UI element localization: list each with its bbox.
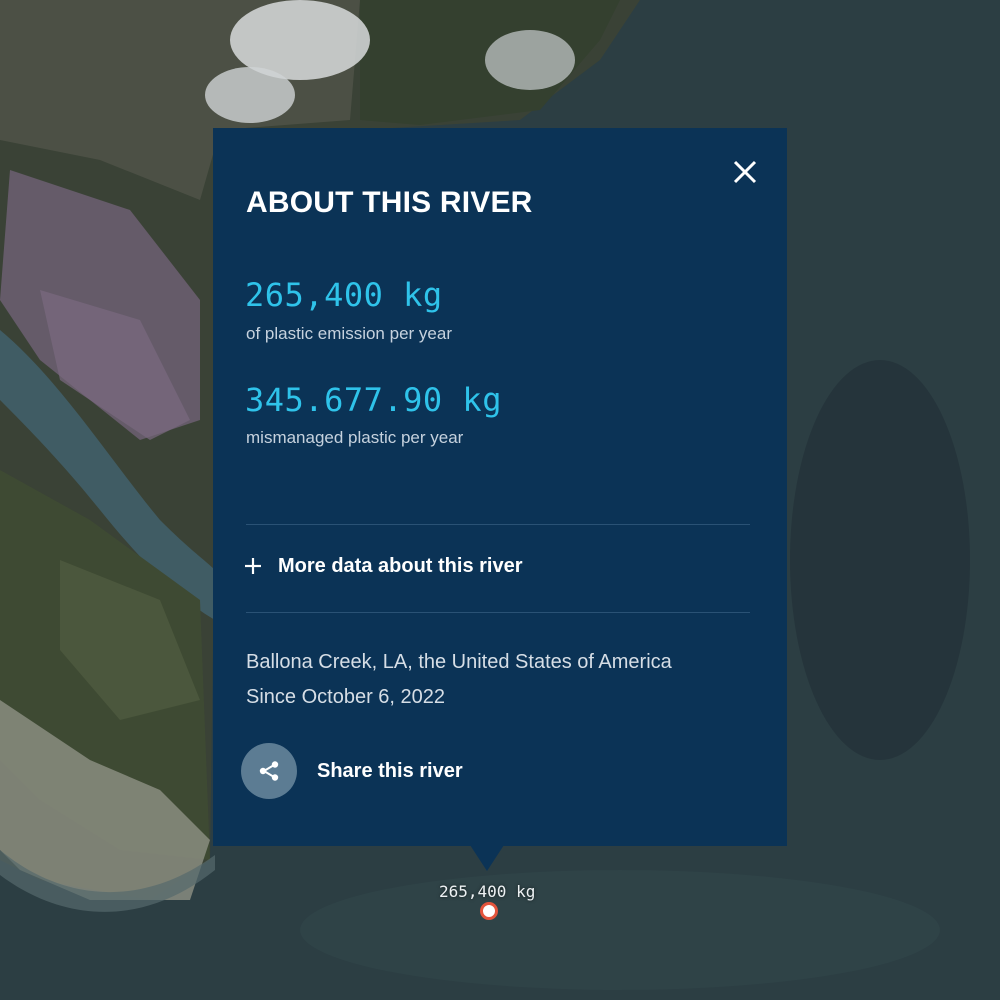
close-icon [733,160,757,184]
river-info-popup: ABOUT THIS RIVER 265,400 kg of plastic e… [213,128,787,846]
close-button[interactable] [729,156,761,188]
more-data-label: More data about this river [278,554,523,577]
mismanaged-plastic-label: mismanaged plastic per year [246,428,464,447]
share-icon [259,761,279,781]
popup-pointer [470,845,504,871]
more-data-toggle[interactable]: More data about this river [243,549,523,583]
plastic-emission-label: of plastic emission per year [246,324,452,343]
divider [246,524,750,525]
mismanaged-plastic-value: 345.677.90 kg [245,381,502,419]
river-marker-label: 265,400 kg [439,882,536,901]
share-river-button[interactable]: Share this river [241,743,463,799]
river-location: Ballona Creek, LA, the United States of … [246,651,672,673]
share-river-label: Share this river [317,759,463,782]
monitoring-since: Since October 6, 2022 [246,686,446,708]
share-icon-button[interactable] [241,743,297,799]
plastic-emission-value: 265,400 kg [245,276,443,314]
divider [246,612,750,613]
plus-icon [245,558,261,574]
river-marker[interactable] [480,902,498,920]
popup-title: ABOUT THIS RIVER [246,186,533,219]
